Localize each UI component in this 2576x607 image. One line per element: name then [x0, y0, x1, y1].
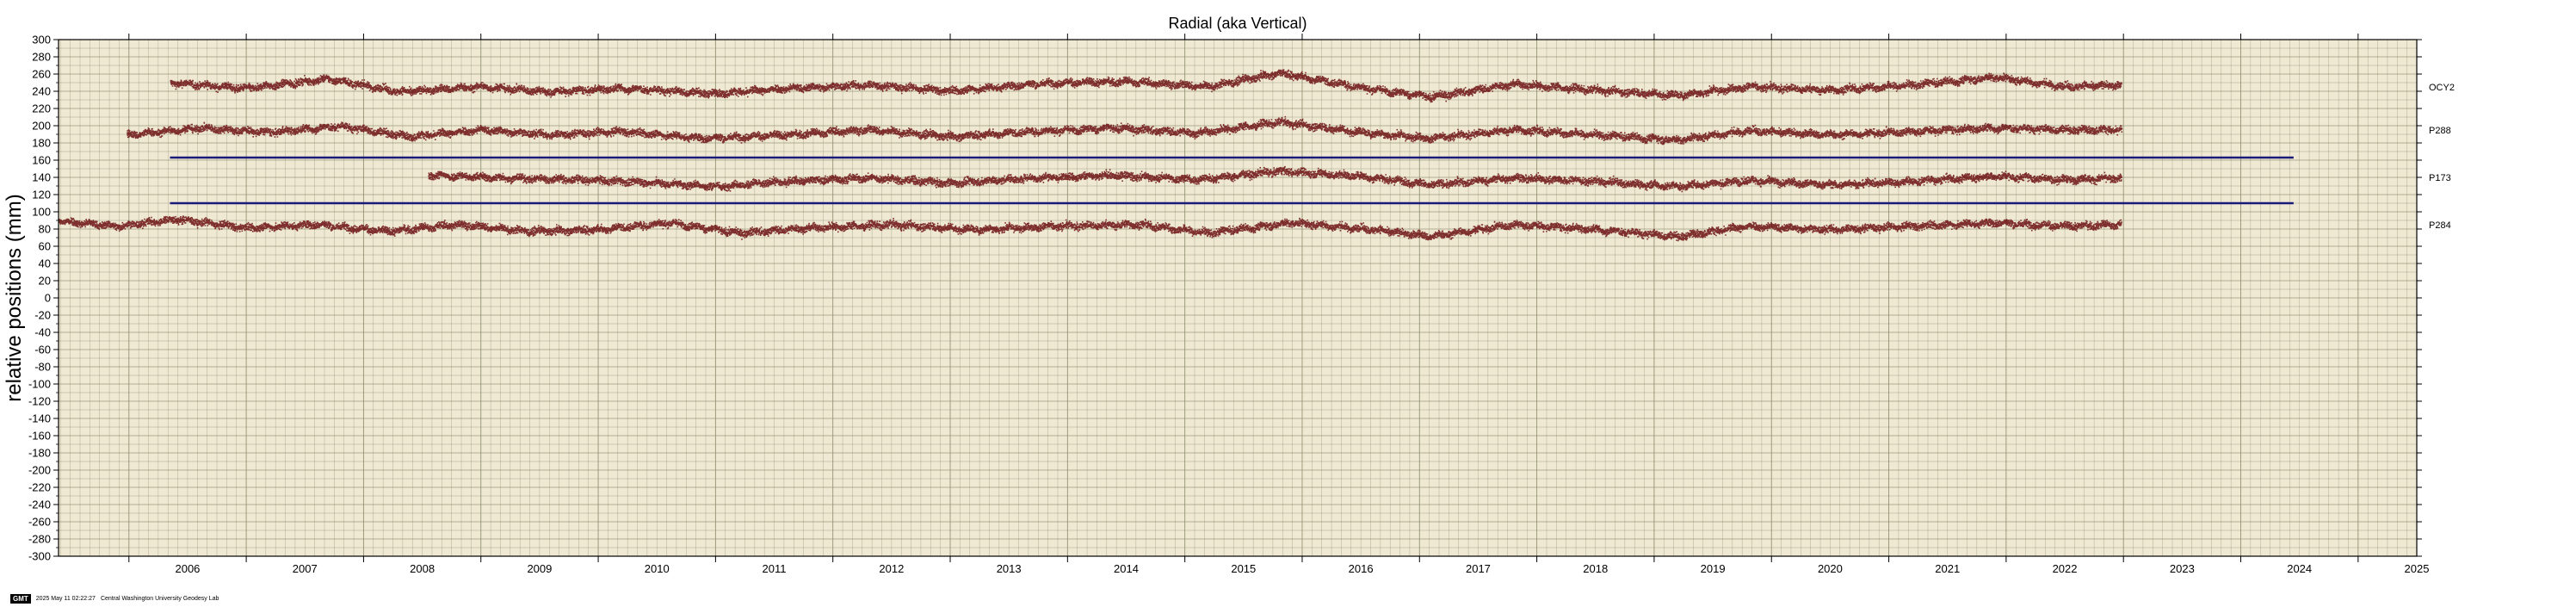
- station-label-p284: P284: [2429, 220, 2451, 231]
- y-tick-label: -260: [28, 516, 51, 529]
- y-tick-label: 20: [39, 275, 51, 288]
- y-tick-label: 160: [32, 154, 51, 167]
- y-tick-label: 40: [39, 257, 51, 270]
- x-tick-label: 2010: [645, 562, 670, 575]
- station-label-p173: P173: [2429, 173, 2451, 183]
- y-tick-label: 280: [32, 51, 51, 64]
- y-tick-label: -300: [28, 550, 51, 563]
- y-tick-label: -140: [28, 412, 51, 425]
- chart-title: Radial (aka Vertical): [1168, 15, 1307, 32]
- y-tick-label: -200: [28, 464, 51, 477]
- y-tick-label: 200: [32, 120, 51, 133]
- y-tick-label: 60: [39, 240, 51, 253]
- timestamp: 2025 May 11 02:22:27: [35, 595, 96, 602]
- x-tick-label: 2021: [1935, 562, 1960, 575]
- y-tick-label: -20: [34, 309, 51, 322]
- station-labels: OCY2 P288 P173 P284: [2429, 83, 2455, 231]
- x-tick-label: 2017: [1466, 562, 1491, 575]
- y-tick-label: -80: [34, 361, 51, 374]
- y-tick-label: 120: [32, 189, 51, 201]
- station-label-ocy2: OCY2: [2429, 83, 2455, 93]
- y-tick-label: -60: [34, 344, 51, 356]
- grid-lines: [59, 39, 2418, 557]
- y-tick-label: 100: [32, 206, 51, 219]
- radial-position-chart: 3002802602402202001801601401201008060402…: [3, 15, 2455, 575]
- y-tick-label: 0: [45, 292, 51, 305]
- x-tick-label: 2009: [527, 562, 552, 575]
- x-tick-label: 2025: [2405, 562, 2430, 575]
- x-tick-label: 2020: [1818, 562, 1843, 575]
- y-tick-label: 80: [39, 223, 51, 236]
- x-tick-label: 2016: [1349, 562, 1374, 575]
- gmt-logo: GMT: [10, 593, 31, 604]
- x-tick-label: 2014: [1114, 562, 1139, 575]
- x-tick-label: 2018: [1583, 562, 1608, 575]
- y-axis-label: relative positions (mm): [3, 194, 26, 401]
- y-tick-label: -40: [34, 326, 51, 339]
- x-tick-label: 2011: [763, 562, 787, 575]
- x-tick-label: 2023: [2170, 562, 2195, 575]
- y-tick-label: 300: [32, 34, 51, 46]
- y-tick-label: -220: [28, 481, 51, 494]
- x-tick-label: 2013: [997, 562, 1022, 575]
- station-label-p288: P288: [2429, 126, 2451, 136]
- x-tick-label: 2007: [293, 562, 318, 575]
- footer: GMT 2025 May 11 02:22:27 Central Washing…: [10, 593, 219, 604]
- credit-text: Central Washington University Geodesy La…: [100, 595, 219, 602]
- y-tick-label: 260: [32, 68, 51, 81]
- y-tick-label: 240: [32, 85, 51, 98]
- y-tick-label: -240: [28, 499, 51, 511]
- y-tick-label: 220: [32, 102, 51, 115]
- y-tick-label: 140: [32, 171, 51, 184]
- x-tick-label: 2015: [1231, 562, 1256, 575]
- y-tick-label: 180: [32, 137, 51, 150]
- y-tick-label: -180: [28, 447, 51, 460]
- y-tick-label: -120: [28, 395, 51, 408]
- x-tick-label: 2006: [175, 562, 200, 575]
- y-tick-label: -280: [28, 533, 51, 546]
- y-tick-label: -160: [28, 430, 51, 443]
- x-tick-label: 2012: [879, 562, 904, 575]
- x-tick-label: 2008: [410, 562, 435, 575]
- x-tick-label: 2019: [1701, 562, 1726, 575]
- x-tick-label: 2022: [2053, 562, 2078, 575]
- y-tick-label: -100: [28, 378, 51, 391]
- x-tick-label: 2024: [2287, 562, 2312, 575]
